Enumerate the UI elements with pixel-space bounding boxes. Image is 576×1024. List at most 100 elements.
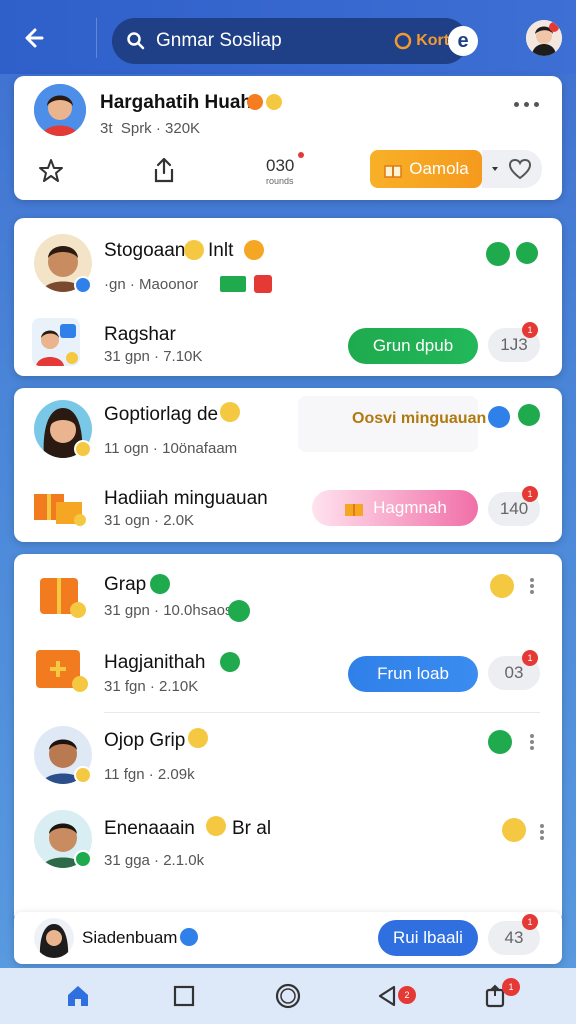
verified-green-icon — [220, 652, 240, 672]
coin-bag-icon — [220, 402, 240, 422]
boy-avatar-icon — [34, 84, 86, 136]
avatar[interactable] — [34, 84, 86, 136]
profile-card: Hargahatih Huah 3t Sprk · 320K 030 round… — [14, 76, 562, 200]
boost-icon[interactable] — [488, 406, 510, 428]
avatar-face-icon — [526, 20, 562, 56]
emoji-icon[interactable] — [502, 818, 526, 842]
back-arrow-icon[interactable] — [20, 22, 52, 54]
boy-with-phone-icon — [32, 318, 80, 366]
friend-list-card: Grap 31 gpn · 10.0hsaos Hagjanithah 31 f… — [14, 554, 562, 924]
user-name: Siadenbuam — [82, 928, 178, 947]
home-circle-icon[interactable] — [274, 982, 302, 1010]
bottom-navigation: 2 1 — [0, 968, 576, 1024]
claim-label: Hagmnah — [373, 498, 447, 517]
check-green-icon[interactable] — [516, 242, 538, 264]
action-button[interactable]: Rui lbaali — [378, 920, 478, 956]
chevron-down-icon — [492, 167, 498, 171]
friend-name: Stogoaan — [104, 240, 186, 261]
coin-bag-icon — [244, 240, 264, 260]
verified-icon — [180, 928, 198, 946]
notification-badge: 1 — [522, 486, 538, 502]
friend-name-suffix: Inlt — [208, 240, 234, 261]
gift-icon — [345, 504, 364, 516]
profile-toggle[interactable]: e — [448, 26, 478, 56]
profile-meta: 3t Sprk · 320K — [100, 120, 201, 137]
share-icon[interactable] — [152, 156, 176, 184]
notification-badge: 1 — [502, 978, 520, 996]
reward-meta: 31 ogn · 2.0K — [104, 512, 195, 529]
more-options-icon[interactable] — [528, 576, 536, 598]
notification-badge: 2 — [398, 986, 416, 1004]
notification-badge: 1 — [522, 914, 538, 930]
gift-box-icon — [32, 482, 88, 528]
recent-apps-icon[interactable] — [170, 982, 198, 1010]
top-bar: Gnmar Sosliap Korts e — [0, 0, 576, 74]
friend-meta: 31 gpn · 7.10K — [104, 348, 203, 365]
count-value: 030 — [266, 156, 295, 175]
join-button[interactable]: Grun dpub — [348, 328, 478, 364]
smile-green-icon[interactable] — [488, 730, 512, 754]
claim-button[interactable]: Hagmnah — [312, 490, 478, 526]
coin-icon — [206, 816, 226, 836]
reward-icons — [247, 94, 282, 110]
friend-meta: 31 gpn · 10.0hsaos — [104, 602, 233, 619]
gift-avatar-icon[interactable] — [34, 566, 90, 622]
action-label: Oamola — [409, 159, 469, 178]
gift-avatar-icon[interactable] — [34, 644, 92, 696]
friend-name: Goptiorlag de — [104, 404, 219, 425]
more-options-icon[interactable] — [514, 102, 539, 107]
friend-meta: 31 gga · 2.1.0k — [104, 852, 205, 869]
search-icon — [127, 32, 145, 50]
notification-badge: 1 — [522, 650, 538, 666]
verified-green-icon — [150, 574, 170, 594]
friend-meta: 31 fgn · 2.10K — [104, 678, 199, 695]
home-icon[interactable] — [64, 982, 92, 1010]
friend-name: Hagjanithah — [104, 652, 206, 673]
woman-avatar-icon — [34, 918, 74, 958]
friend-meta: ·gn · Maoonor — [104, 276, 199, 293]
check-green-icon[interactable] — [518, 404, 540, 426]
badge-icon — [74, 440, 92, 458]
heart-icon — [508, 158, 532, 180]
friend-name-suffix: Br al — [232, 818, 272, 839]
join-button[interactable]: Frun loab — [348, 656, 478, 692]
like-dropdown[interactable] — [482, 150, 542, 188]
gift-icon — [384, 165, 402, 178]
avatar[interactable] — [34, 918, 74, 958]
count-sub: rounds — [266, 176, 294, 186]
emoji-icon[interactable] — [490, 574, 514, 598]
star-icon[interactable] — [38, 158, 64, 184]
friend-meta: 11 ogn · 10önafaam — [104, 440, 238, 457]
friend-card-2: Goptiorlag de 11 ogn · 10önafaam Oosvi m… — [14, 388, 562, 542]
more-options-icon[interactable] — [538, 822, 546, 844]
coin-icon — [394, 32, 412, 50]
search-bar[interactable]: Gnmar Sosliap Korts e — [112, 18, 478, 64]
gift-action-button[interactable]: Oamola — [370, 150, 482, 188]
coin-icon — [184, 240, 204, 260]
more-options-icon[interactable] — [528, 732, 536, 754]
rank-icon — [228, 600, 250, 622]
user-avatar[interactable] — [526, 20, 562, 56]
search-input[interactable]: Gnmar Sosliap — [156, 30, 394, 52]
notification-dot — [298, 152, 304, 158]
friend-meta: 11 fgn · 2.09k — [104, 766, 195, 783]
profile-name: Hargahatih Huah — [100, 92, 253, 113]
friend-name: Enenaaain — [104, 818, 195, 839]
friend-name: Ragshar — [104, 324, 176, 345]
online-icon — [74, 850, 92, 868]
bottom-action-bar: Siadenbuam Rui lbaali 43 1 — [14, 912, 562, 964]
verified-icon — [74, 276, 92, 294]
friend-name: Ojop Grip — [104, 730, 186, 751]
friend-card-1: Stogoaan Inlt ·gn · Maoonor Ragshar 31 g… — [14, 218, 562, 376]
smile-green-icon[interactable] — [486, 242, 510, 266]
row-divider — [104, 712, 540, 713]
badge-icon — [74, 766, 92, 784]
flag-icon — [220, 276, 246, 292]
divider — [96, 18, 97, 58]
reward-name: Hadiiah minguauan — [104, 488, 268, 509]
promo-text: Oosvi minguauan — [352, 410, 487, 427]
gift-small-icon — [254, 275, 272, 293]
friend-name: Grap — [104, 574, 147, 595]
avatar[interactable] — [32, 318, 80, 366]
coin-icon — [188, 728, 208, 748]
